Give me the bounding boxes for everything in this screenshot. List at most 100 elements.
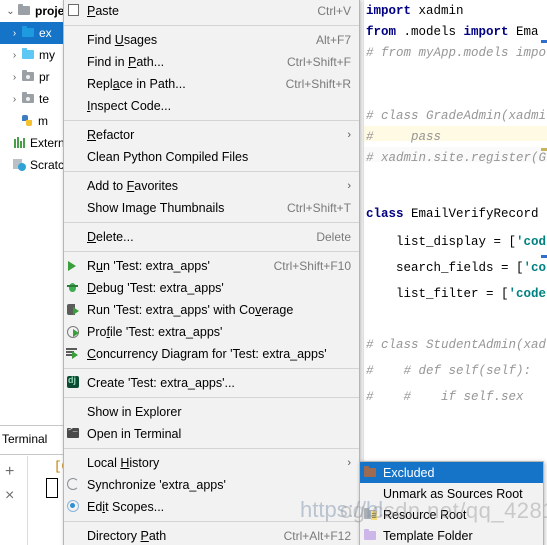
menu-item-run-with-coverage[interactable]: Run 'Test: extra_apps' with Coverage [64, 299, 359, 321]
chevron-right-icon[interactable]: › [8, 94, 21, 105]
menu-item-show-in-explorer[interactable]: Show in Explorer [64, 401, 359, 423]
concurrency-diagram-icon [64, 346, 86, 362]
menu-item-shortcut: Delete [316, 230, 351, 244]
menu-item-profile-test[interactable]: Profile 'Test: extra_apps' [64, 321, 359, 343]
terminal-tab[interactable]: Terminal [2, 432, 47, 446]
no-icon [64, 404, 86, 420]
menu-item-label: Find in Path... [87, 55, 165, 69]
terminal-icon [64, 425, 86, 442]
terminal-close-button[interactable]: × [5, 488, 14, 504]
menu-item-delete[interactable]: Delete... Delete [64, 226, 359, 248]
menu-separator [64, 222, 359, 223]
menu-item-local-history[interactable]: Local History › [64, 452, 359, 474]
submenu-item-unmark-as-sources-root[interactable]: Unmark as Sources Root [360, 483, 543, 504]
menu-item-show-image-thumbnails[interactable]: Show Image Thumbnails Ctrl+Shift+T [64, 197, 359, 219]
menu-item-shortcut: Ctrl+Shift+F [286, 55, 351, 69]
code-token: # from myApp.models impo [366, 46, 547, 60]
excluded-folder-icon [360, 465, 382, 480]
code-line: # # def self(self): [366, 364, 531, 379]
no-icon [64, 200, 86, 216]
menu-separator [64, 448, 359, 449]
menu-item-label: Unmark as Sources Root [383, 486, 523, 501]
menu-item-directory-path[interactable]: Directory Path Ctrl+Alt+F12 [64, 525, 359, 545]
chevron-right-icon[interactable]: › [8, 28, 21, 39]
no-icon [64, 76, 86, 92]
folder-blue-icon [21, 26, 36, 40]
edit-scopes-icon [64, 499, 86, 515]
terminal-cursor [46, 478, 58, 498]
submenu-item-template-folder[interactable]: Template Folder [360, 525, 543, 545]
menu-item-label: Create 'Test: extra_apps'... [87, 376, 235, 390]
menu-item-paste[interactable]: Paste Ctrl+V [64, 0, 359, 22]
no-icon [64, 98, 86, 114]
django-icon [64, 375, 86, 391]
chevron-right-icon[interactable]: › [8, 72, 21, 83]
menu-item-label: Edit Scopes... [87, 500, 165, 514]
screenshot-root: ⌄ proje › ex › my › pr › te m Extern Scr… [0, 0, 547, 545]
menu-separator [64, 25, 359, 26]
tree-item-label: my [39, 48, 55, 62]
folder-shape [364, 530, 376, 540]
folder-shape [364, 467, 376, 477]
coverage-icon-glyph [67, 304, 79, 315]
menu-item-shortcut: Ctrl+Shift+T [286, 201, 351, 215]
code-token: # xadmin.site.register(G [366, 151, 547, 165]
terminal-toolbar: + × [0, 456, 28, 545]
code-line: import xadmin [366, 4, 464, 19]
run-icon [64, 258, 86, 274]
menu-item-label: Run 'Test: extra_apps' with Coverage [87, 303, 294, 317]
chevron-down-icon[interactable]: ⌄ [4, 6, 17, 17]
menu-item-create-test-config[interactable]: Create 'Test: extra_apps'... [64, 372, 359, 394]
menu-item-inspect-code[interactable]: Inspect Code... [64, 95, 359, 117]
folder-excluded-icon [21, 70, 36, 84]
menu-item-open-in-terminal[interactable]: Open in Terminal [64, 423, 359, 445]
menu-separator [64, 120, 359, 121]
menu-item-run-test[interactable]: Run 'Test: extra_apps' Ctrl+Shift+F10 [64, 255, 359, 277]
menu-item-label: Inspect Code... [87, 99, 172, 113]
menu-item-add-to-favorites[interactable]: Add to Favorites › [64, 175, 359, 197]
code-line: # xadmin.site.register(G [366, 151, 546, 166]
scrollbar-marker [541, 255, 547, 258]
folder-light-blue-icon [21, 48, 36, 62]
tree-item-label: ex [39, 26, 52, 40]
menu-item-concurrency-diagram[interactable]: Concurrency Diagram for 'Test: extra_app… [64, 343, 359, 365]
submenu-item-resource-root[interactable]: Resource Root [360, 504, 543, 525]
menu-item-shortcut: Alt+F7 [315, 33, 351, 47]
concurrency-diagram-icon-glyph [66, 348, 79, 359]
tree-item-label: te [39, 92, 50, 106]
menu-item-synchronize[interactable]: Synchronize 'extra_apps' [64, 474, 359, 496]
chevron-right-icon[interactable]: › [8, 50, 21, 61]
no-icon [64, 32, 86, 48]
no-icon [64, 127, 86, 143]
menu-item-label: Replace in Path... [87, 77, 186, 91]
menu-item-replace-in-path[interactable]: Replace in Path... Ctrl+Shift+R [64, 73, 359, 95]
menu-item-find-usages[interactable]: Find Usages Alt+F7 [64, 29, 359, 51]
mark-directory-as-submenu[interactable]: Excluded Unmark as Sources Root Resource R… [359, 461, 544, 545]
no-icon [64, 528, 86, 544]
menu-item-label: Find Usages [87, 33, 158, 47]
menu-item-label: Show in Explorer [87, 405, 182, 419]
directory-context-menu[interactable]: Paste Ctrl+V Find Usages Alt+F7 Find in Path… [63, 0, 360, 545]
menu-item-shortcut: Ctrl+Shift+F10 [273, 259, 351, 273]
menu-item-clean-python-compiled-files[interactable]: Clean Python Compiled Files [64, 146, 359, 168]
menu-item-label: Resource Root [383, 507, 467, 522]
menu-item-find-in-path[interactable]: Find in Path... Ctrl+Shift+F [64, 51, 359, 73]
terminal-add-button[interactable]: + [5, 464, 14, 480]
menu-item-refactor[interactable]: Refactor › [64, 124, 359, 146]
menu-item-edit-scopes[interactable]: Edit Scopes... [64, 496, 359, 518]
code-token: list_display = [ [366, 235, 517, 249]
template-folder-icon [360, 528, 382, 543]
folder-excluded-icon [21, 92, 36, 106]
chevron-right-icon: › [347, 180, 351, 192]
code-token: import [463, 25, 509, 39]
menu-item-label: Paste [87, 4, 119, 18]
menu-item-label: Delete... [87, 230, 134, 244]
code-token: 'co [523, 261, 547, 275]
menu-item-debug-test[interactable]: Debug 'Test: extra_apps' [64, 277, 359, 299]
menu-item-label: Debug 'Test: extra_apps' [87, 281, 224, 295]
submenu-item-excluded[interactable]: Excluded [360, 462, 543, 483]
code-token: import [366, 4, 412, 18]
code-token: from [366, 25, 397, 39]
code-line: # from myApp.models impo [366, 46, 546, 61]
scratches-icon [12, 158, 27, 172]
